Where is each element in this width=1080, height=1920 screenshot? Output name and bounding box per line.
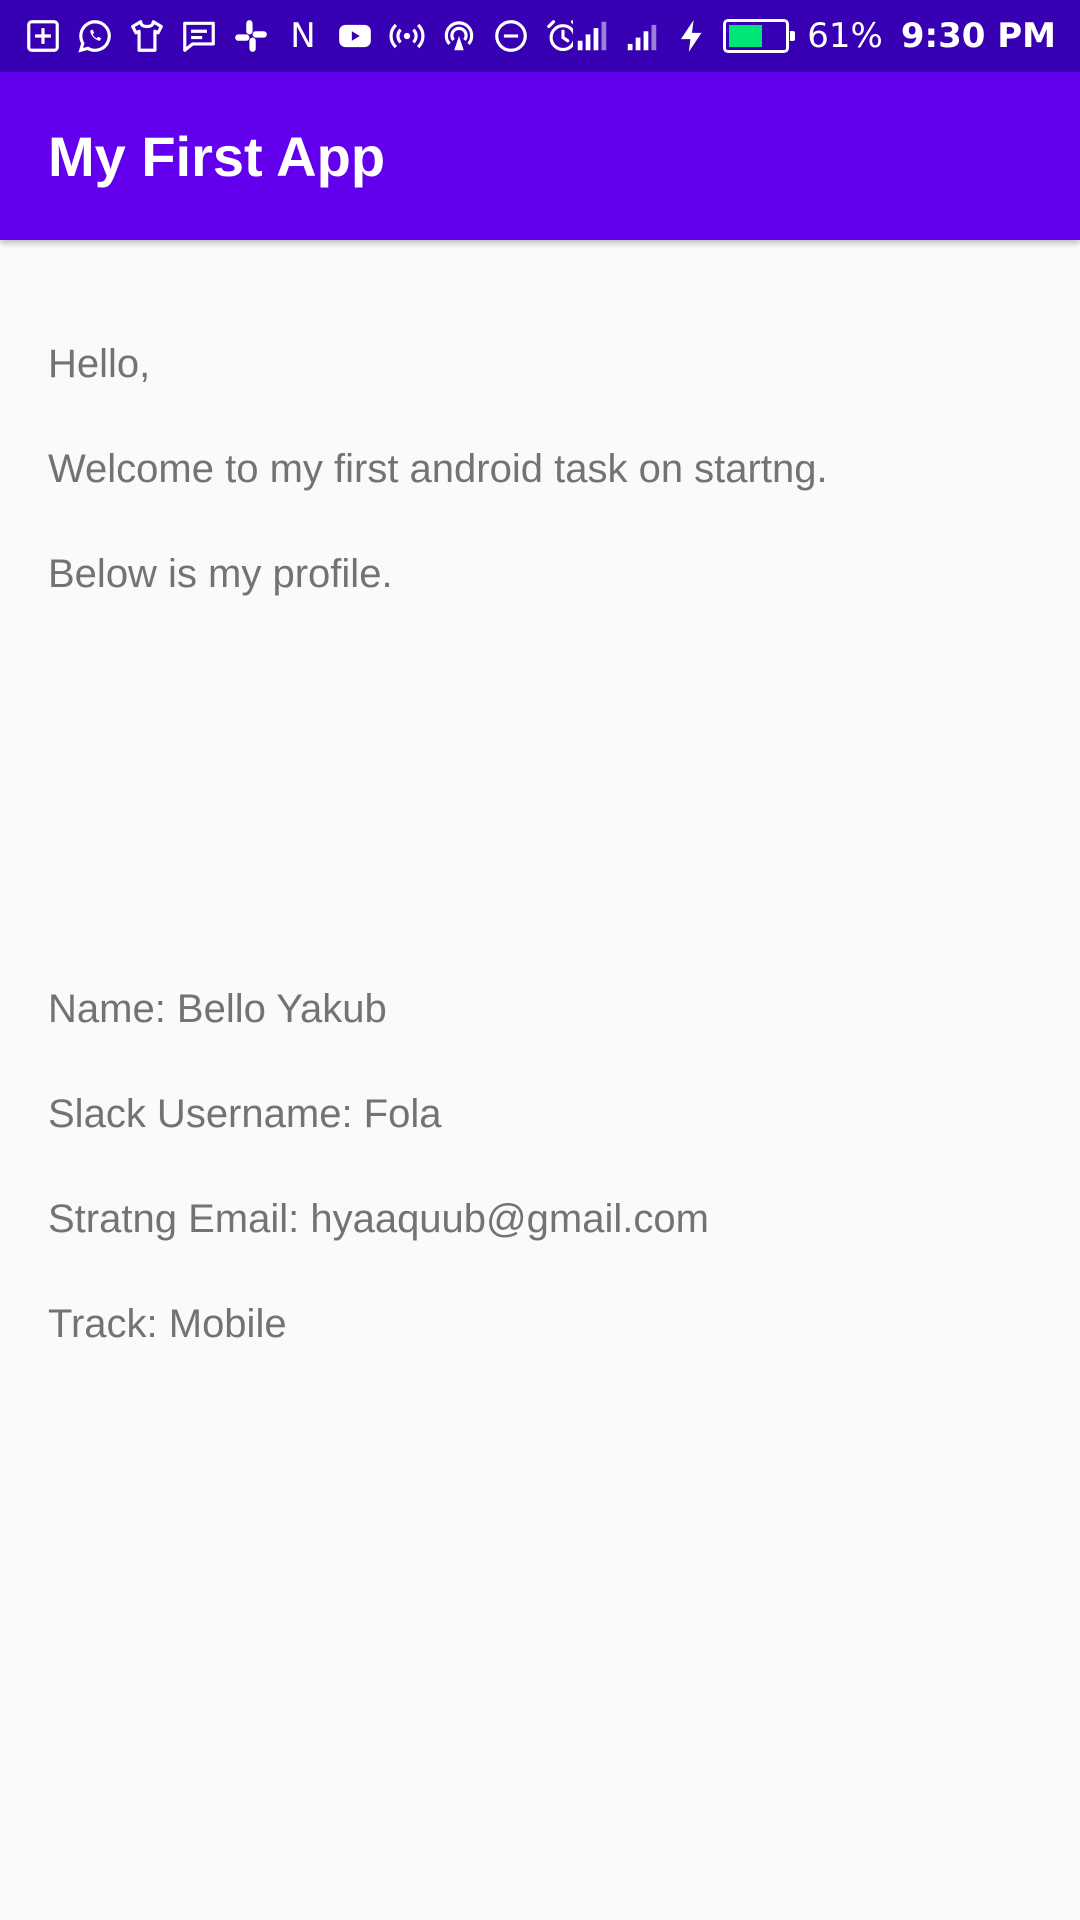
- alarm-icon: [544, 17, 574, 55]
- hotspot-icon: [388, 17, 426, 55]
- profile-slack-username: Slack Username: Fola: [48, 1092, 442, 1136]
- profile-track: Track: Mobile: [48, 1302, 287, 1346]
- hello-text: Hello,: [48, 342, 151, 386]
- notification-icons: N: [24, 17, 574, 55]
- profile-email: Stratng Email: hyaaquub@gmail.com: [48, 1197, 709, 1241]
- plus-box-icon: [24, 17, 62, 55]
- n-letter-icon: N: [290, 17, 316, 55]
- signal-strength-icon: [573, 17, 611, 55]
- welcome-text: Welcome to my first android task on star…: [48, 447, 828, 491]
- signal-strength-secondary-icon: [623, 17, 661, 55]
- profile-intro-text: Below is my profile.: [48, 552, 393, 596]
- battery-level-fill: [729, 25, 763, 47]
- airplay-icon: [440, 17, 478, 55]
- app-bar: My First App: [0, 72, 1080, 240]
- clock: 9:30 PM: [900, 16, 1056, 56]
- slack-icon: [232, 17, 270, 55]
- app-title: My First App: [48, 124, 386, 188]
- do-not-disturb-icon: [492, 17, 530, 55]
- whatsapp-icon: [76, 17, 114, 55]
- tshirt-icon: [128, 17, 166, 55]
- battery-icon: [723, 19, 796, 53]
- charging-bolt-icon: [673, 17, 711, 55]
- battery-percent: 61%: [807, 16, 883, 56]
- system-status: 61% 9:30 PM: [573, 17, 1056, 55]
- profile-name: Name: Bello Yakub: [48, 987, 387, 1031]
- message-icon: [180, 17, 218, 55]
- youtube-icon: [336, 17, 374, 55]
- status-bar: N 61% 9:30 PM: [0, 0, 1080, 72]
